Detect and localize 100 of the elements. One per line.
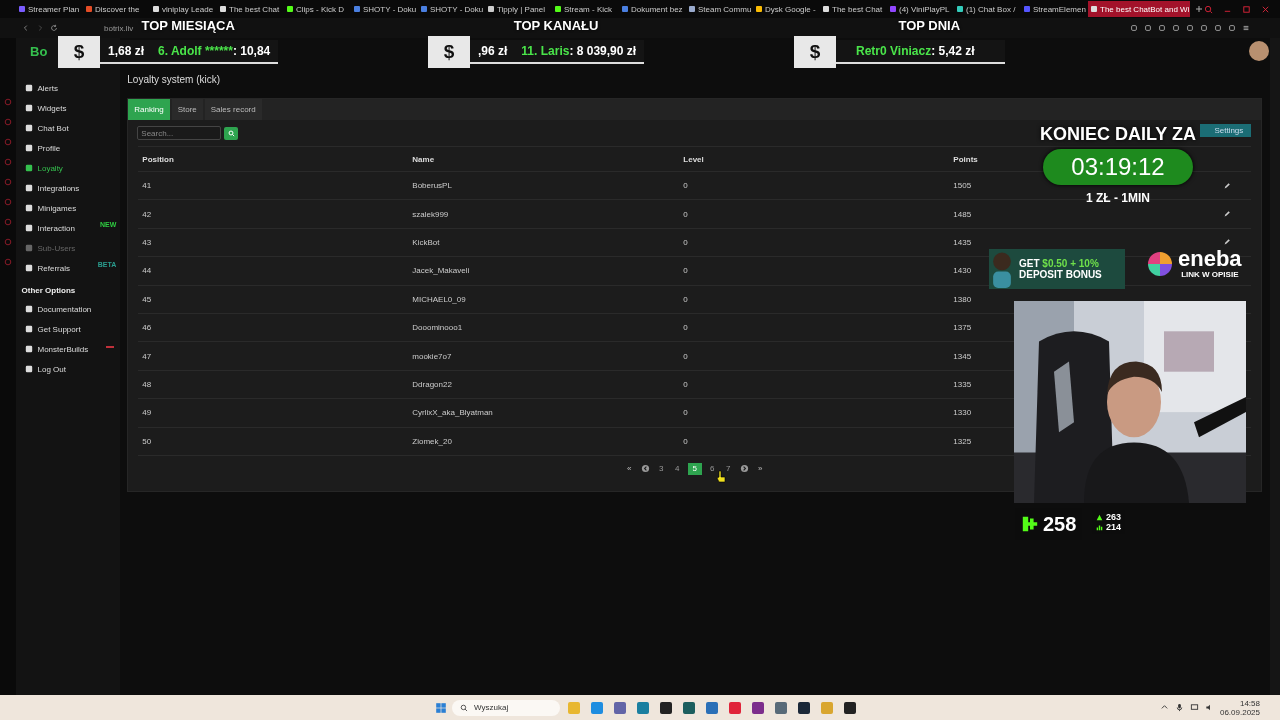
page-jump-button[interactable]: »: [754, 462, 766, 475]
address-field[interactable]: botrix.liv: [104, 23, 134, 33]
next-page-icon[interactable]: [738, 462, 750, 475]
sidebar-item[interactable]: Widgets: [19, 98, 121, 118]
browser-tab[interactable]: Clips - Kick D: [284, 1, 350, 17]
browser-tab[interactable]: Dysk Google -: [753, 1, 819, 17]
table-cell: 41: [142, 181, 152, 191]
sidebar-item[interactable]: Loyalty: [19, 158, 121, 178]
browser-tab[interactable]: Steam Commu: [686, 1, 752, 17]
new-tab-icon[interactable]: [1195, 5, 1203, 13]
search-field[interactable]: Search...: [137, 126, 222, 140]
follower-count: 263: [1106, 512, 1122, 522]
avatar-icon[interactable]: [1249, 41, 1269, 61]
rate-label: 1 ZŁ - 1MIN: [1086, 191, 1150, 205]
table-cell: 1345: [953, 351, 972, 361]
column-header: Level: [683, 154, 704, 164]
edit-icon[interactable]: [1223, 238, 1232, 247]
browser-tab[interactable]: Streamer Plan: [16, 1, 82, 17]
edit-icon[interactable]: [1223, 181, 1232, 190]
table-cell: 0: [683, 209, 688, 219]
square-icon: [24, 345, 33, 353]
tab[interactable]: Sales record: [204, 99, 262, 120]
ad-text: DEPOSIT BONUS: [1019, 269, 1102, 280]
square-icon: [24, 204, 33, 212]
table-cell: 0: [683, 181, 688, 191]
square-icon: [24, 184, 33, 192]
browser-tab[interactable]: Dokument bez: [619, 1, 685, 17]
maximize-icon[interactable]: [1242, 4, 1251, 14]
square-icon: [24, 84, 33, 92]
table-cell: 0: [683, 436, 688, 446]
dollar-badge: $: [794, 36, 836, 68]
table-cell: Ddragon22: [412, 379, 452, 389]
taskbar-app-icon[interactable]: [660, 701, 672, 714]
network-icon[interactable]: [1189, 703, 1199, 712]
scrollbar[interactable]: [1270, 38, 1280, 695]
sponsor-name: eneba: [1178, 248, 1242, 270]
previous-page-icon[interactable]: [639, 462, 651, 475]
start-icon[interactable]: [435, 701, 447, 714]
sidebar-item[interactable]: Profile: [19, 138, 121, 158]
browser-tab[interactable]: StreamElemen: [1021, 1, 1087, 17]
browser-tab[interactable]: Discover the: [83, 1, 149, 17]
sidebar-item[interactable]: MonsterBuilds: [19, 339, 121, 359]
viewer-count: 258: [1043, 512, 1077, 536]
table-cell: 1485: [953, 209, 972, 219]
browser-tab[interactable]: viniplay Leade: [150, 1, 216, 17]
search-button[interactable]: [224, 126, 239, 140]
page-title: Loyalty system (kick): [127, 74, 221, 86]
taskbar-app-icon[interactable]: [798, 701, 810, 714]
sidebar-item[interactable]: Alerts: [19, 78, 121, 98]
browser-tab[interactable]: The best Chat: [820, 1, 886, 17]
sidebar-item[interactable]: Minigames: [19, 198, 121, 218]
table-cell: Ziomek_20: [412, 436, 452, 446]
browser-tab[interactable]: (1) Chat Box /: [954, 1, 1020, 17]
edit-icon[interactable]: [1223, 210, 1232, 219]
page-button[interactable]: 3: [655, 462, 667, 475]
column-header: Points: [953, 154, 978, 164]
square-icon: [24, 365, 33, 373]
settings-button[interactable]: Settings: [1200, 124, 1252, 137]
clock-time[interactable]: 14:58: [1239, 698, 1260, 708]
table-cell: 1435: [953, 237, 972, 247]
browser-tab[interactable]: The best ChatBot and Wi: [1088, 1, 1190, 17]
browser-tab[interactable]: The best Chat: [217, 1, 283, 17]
taskbar-app-icon[interactable]: [752, 701, 764, 714]
browser-tab[interactable]: Tipply | Panel: [485, 1, 551, 17]
square-icon: [24, 124, 33, 132]
sidebar-item[interactable]: Documentation: [19, 299, 121, 319]
page-jump-button[interactable]: «: [623, 462, 635, 475]
microphone-icon[interactable]: [1174, 703, 1184, 712]
browser-tab[interactable]: SHOTY - Doku: [418, 1, 484, 17]
table-cell: 50: [142, 436, 152, 446]
browser-tab[interactable]: SHOTY - Doku: [351, 1, 417, 17]
page-button[interactable]: 7: [722, 462, 734, 475]
browser-tab[interactable]: (4) ViniPlayPL: [887, 1, 953, 17]
tray-icon[interactable]: [1159, 703, 1169, 712]
sidebar-item[interactable]: Chat Bot: [19, 118, 121, 138]
table-cell: 43: [142, 237, 152, 247]
sidebar-item[interactable]: Integrations: [19, 178, 121, 198]
table-cell: 46: [142, 323, 152, 333]
tab[interactable]: Store: [171, 99, 203, 120]
sidebar-item[interactable]: Get Support: [19, 319, 121, 339]
reload-icon[interactable]: [50, 24, 58, 32]
table-cell: Dooominooo1: [412, 323, 463, 333]
table-cell: KickBot: [412, 237, 440, 247]
square-icon: [24, 164, 33, 172]
close-icon[interactable]: [1261, 4, 1270, 14]
table-cell: 47: [142, 351, 152, 361]
page-button[interactable]: 4: [671, 462, 683, 475]
browser-tab[interactable]: Stream - Kick: [552, 1, 618, 17]
table-cell: 0: [683, 351, 688, 361]
countdown-timer: 03:19:12: [1043, 149, 1193, 185]
menu-icon[interactable]: [1242, 24, 1250, 32]
taskbar-search-field[interactable]: Wyszukaj: [452, 699, 560, 716]
donation-entry: Retr0 Viniacz: 5,42 zł: [856, 44, 975, 58]
search-icon[interactable]: [1204, 4, 1213, 14]
taskbar-app-icon[interactable]: [683, 701, 695, 714]
clock-date[interactable]: 06.09.2025: [1219, 707, 1260, 717]
back-icon[interactable]: [22, 24, 30, 32]
page-button[interactable]: 6: [706, 462, 718, 475]
taskbar-app-icon[interactable]: [844, 701, 856, 714]
sidebar-item[interactable]: Log Out: [19, 359, 121, 379]
